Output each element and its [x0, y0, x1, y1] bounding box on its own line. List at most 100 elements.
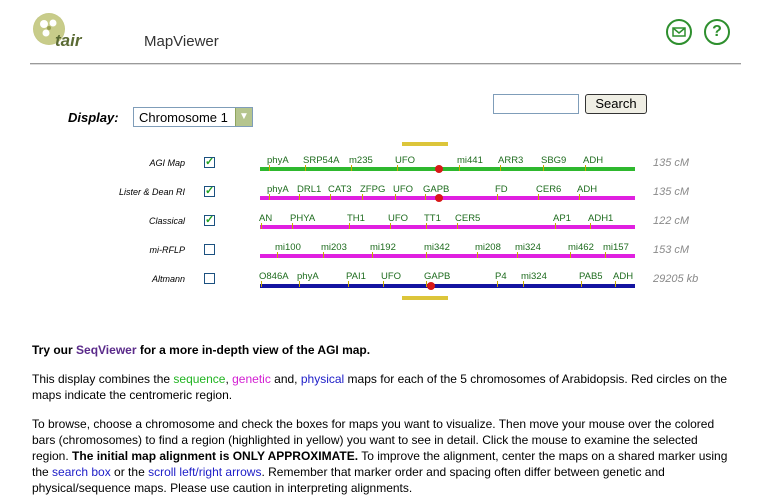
marker-tick: [305, 165, 306, 171]
search-button[interactable]: Search: [585, 94, 647, 114]
tair-logo[interactable]: tair: [33, 13, 93, 51]
map-marker[interactable]: m235: [349, 155, 373, 166]
seqviewer-promo: Try our SeqViewer for a more in-depth vi…: [32, 342, 732, 358]
marker-tick: [570, 252, 571, 258]
promo-prefix: Try our: [32, 343, 77, 357]
map-marker[interactable]: GAPB: [424, 271, 450, 282]
map-marker[interactable]: SBG9: [541, 155, 566, 166]
map-marker[interactable]: ADH: [583, 155, 603, 166]
map-marker[interactable]: mi462: [568, 242, 594, 253]
map-marker[interactable]: mi324: [515, 242, 541, 253]
map-label-altmann: Altmann: [151, 274, 185, 284]
mail-icon[interactable]: [666, 19, 692, 45]
checkbox-lister-dean[interactable]: [204, 184, 215, 197]
marker-tick: [615, 281, 616, 287]
p1-text-a: This display combines the: [32, 372, 174, 386]
marker-tick: [581, 281, 582, 287]
marker-tick: [497, 194, 498, 200]
map-marker[interactable]: CER6: [536, 184, 561, 195]
map-marker[interactable]: CER5: [455, 213, 480, 224]
marker-tick: [538, 194, 539, 200]
map-marker[interactable]: phyA: [267, 155, 289, 166]
mi-rflp-bar[interactable]: [260, 254, 635, 258]
map-marker[interactable]: SRP54A: [303, 155, 339, 166]
selected-region-highlight-top: [402, 142, 448, 146]
map-marker[interactable]: mi441: [457, 155, 483, 166]
map-marker[interactable]: CAT3: [328, 184, 352, 195]
classical-bar[interactable]: [260, 225, 635, 229]
marker-tick: [269, 165, 270, 171]
chromosome-select[interactable]: Chromosome 1 ▼: [133, 107, 253, 127]
marker-tick: [425, 194, 426, 200]
map-marker[interactable]: phyA: [267, 184, 289, 195]
genetic-link[interactable]: genetic: [232, 372, 271, 386]
map-marker[interactable]: mi100: [275, 242, 301, 253]
checkbox-mi-rflp[interactable]: [204, 244, 215, 255]
marker-tick: [362, 194, 363, 200]
marker-tick: [292, 223, 293, 229]
p2-text-c: or the: [110, 465, 149, 479]
map-label-agi: AGI Map: [149, 158, 185, 168]
sequence-link[interactable]: sequence: [173, 372, 225, 386]
physical-link[interactable]: physical: [301, 372, 344, 386]
altmann-bar[interactable]: [260, 284, 635, 288]
map-marker[interactable]: UFO: [388, 213, 408, 224]
map-marker[interactable]: mi203: [321, 242, 347, 253]
search-input[interactable]: [493, 94, 579, 114]
centromere-marker: [435, 165, 443, 173]
search-box-link[interactable]: search box: [52, 465, 111, 479]
marker-tick: [579, 194, 580, 200]
checkbox-altmann[interactable]: [204, 273, 215, 284]
marker-tick: [299, 194, 300, 200]
logo-text: tair: [55, 31, 82, 50]
map-marker[interactable]: ARR3: [498, 155, 523, 166]
marker-tick: [517, 252, 518, 258]
centromere-marker: [435, 194, 443, 202]
seqviewer-link[interactable]: SeqViewer: [76, 343, 136, 357]
scroll-arrows-link[interactable]: scroll left/right arrows: [148, 465, 261, 479]
marker-tick: [383, 281, 384, 287]
help-icon[interactable]: ?: [704, 19, 730, 45]
map-marker[interactable]: UFO: [393, 184, 413, 195]
p1-text-c: and,: [270, 372, 301, 386]
map-marker[interactable]: DRL1: [297, 184, 321, 195]
marker-tick: [351, 165, 352, 171]
checkbox-agi-map[interactable]: [204, 155, 215, 168]
instructions-paragraph: To browse, choose a chromosome and check…: [32, 416, 732, 496]
marker-tick: [555, 223, 556, 229]
map-marker[interactable]: ADH1: [588, 213, 613, 224]
map-marker[interactable]: mi324: [521, 271, 547, 282]
marker-tick: [397, 165, 398, 171]
map-label-lister-dean: Lister & Dean RI: [118, 187, 185, 197]
chevron-down-icon: ▼: [235, 108, 252, 126]
marker-tick: [261, 281, 262, 287]
promo-suffix: for a more in-depth view of the AGI map.: [136, 343, 371, 357]
map-marker[interactable]: ADH: [577, 184, 597, 195]
map-marker[interactable]: O846A: [259, 271, 289, 282]
map-marker[interactable]: phyA: [297, 271, 319, 282]
agi-map-bar[interactable]: [260, 167, 635, 171]
marker-tick: [349, 223, 350, 229]
intro-paragraph: This display combines the sequence, gene…: [32, 371, 732, 403]
map-marker[interactable]: mi208: [475, 242, 501, 253]
checkbox-classical[interactable]: [204, 213, 215, 226]
marker-tick: [605, 252, 606, 258]
map-marker[interactable]: UFO: [381, 271, 401, 282]
marker-tick: [269, 194, 270, 200]
marker-tick: [426, 281, 427, 287]
map-marker[interactable]: ADH: [613, 271, 633, 282]
map-marker[interactable]: GAPB: [423, 184, 449, 195]
map-marker[interactable]: mi342: [424, 242, 450, 253]
chromosome-select-value: Chromosome 1: [139, 110, 228, 125]
marker-tick: [395, 194, 396, 200]
map-marker[interactable]: UFO: [395, 155, 415, 166]
selected-region-highlight-bottom: [402, 296, 448, 300]
marker-tick: [459, 165, 460, 171]
map-marker[interactable]: ZFPG: [360, 184, 385, 195]
map-marker[interactable]: mi157: [603, 242, 629, 253]
map-marker[interactable]: mi192: [370, 242, 396, 253]
units-agi: 135 cM: [653, 157, 690, 169]
map-marker[interactable]: PAB5: [579, 271, 603, 282]
map-marker[interactable]: PHYA: [290, 213, 315, 224]
display-label: Display:: [68, 110, 119, 125]
